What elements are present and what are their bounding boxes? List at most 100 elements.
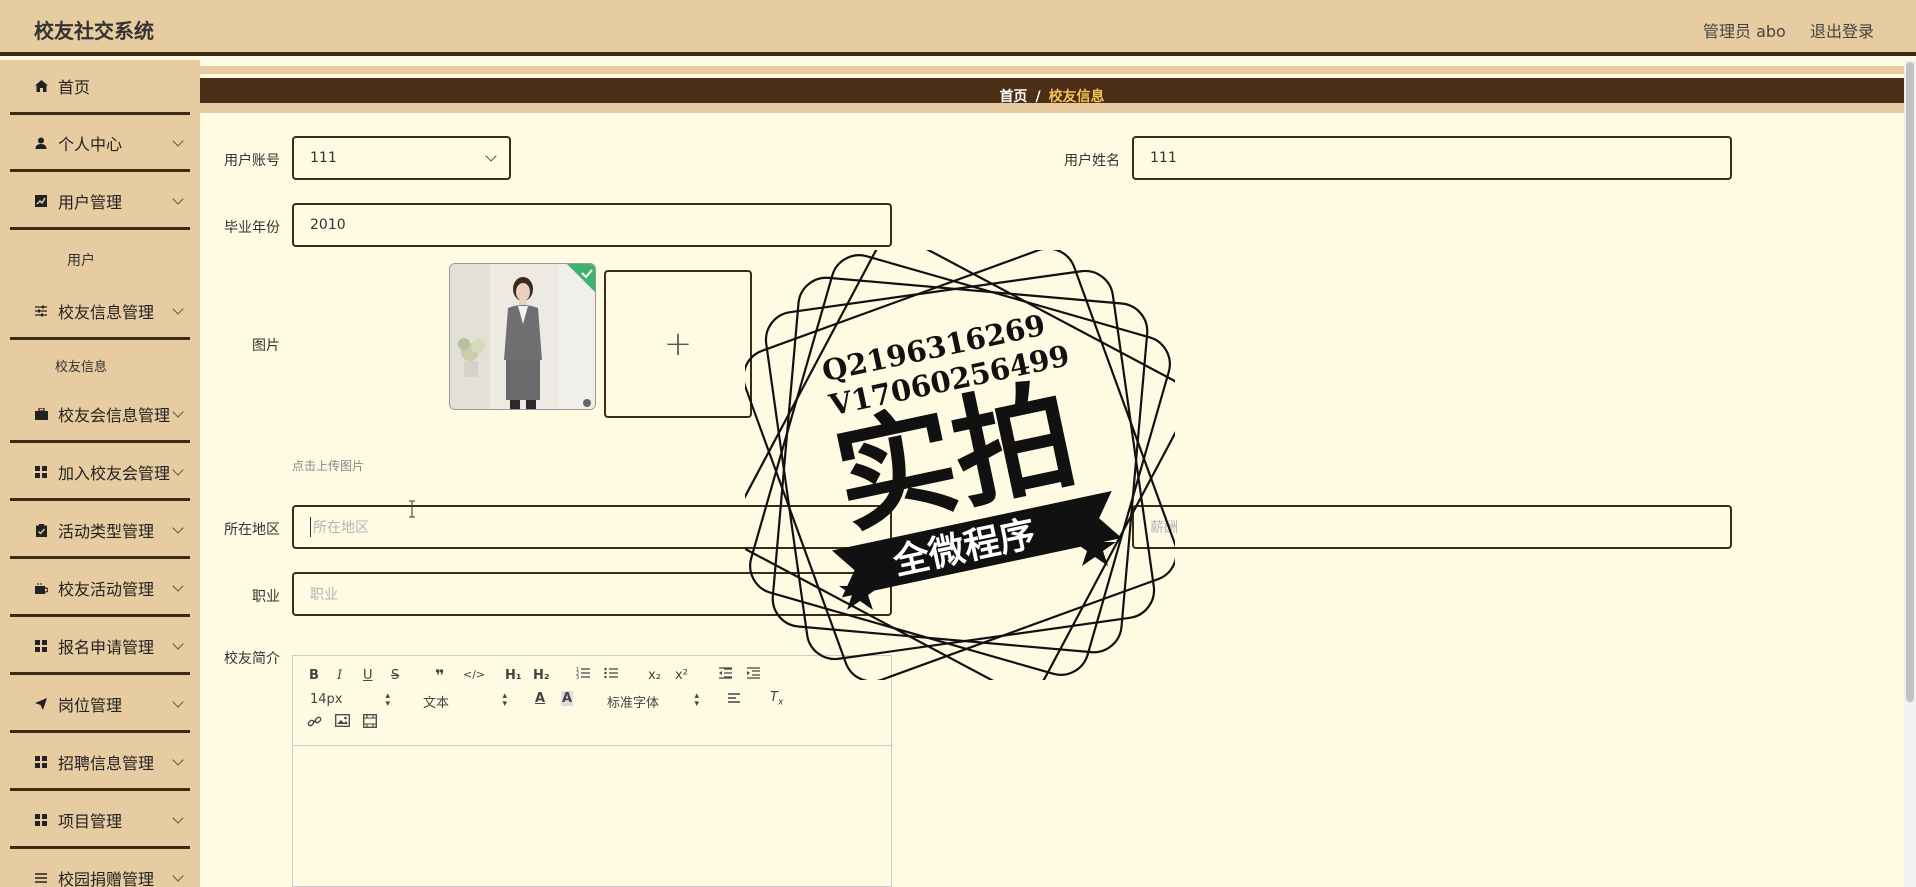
- outdent-icon[interactable]: [718, 666, 732, 684]
- chevron-down-icon: [172, 638, 184, 650]
- chevron-down-icon: [172, 135, 184, 147]
- salary-field[interactable]: 薪酬: [1132, 505, 1732, 549]
- font-size-value: 14px: [310, 692, 343, 707]
- job-label: 职业: [252, 589, 280, 605]
- image-label: 图片: [252, 338, 280, 354]
- font-family-value: 标准字体: [607, 696, 660, 711]
- sidebar-item-label: 报名申请管理: [58, 638, 155, 657]
- uploaded-photo[interactable]: [449, 263, 596, 410]
- name-field-value: 111: [1150, 150, 1177, 166]
- sidebar-item-label: 招聘信息管理: [58, 754, 155, 773]
- home-icon: [34, 79, 48, 93]
- coffee-icon: [34, 581, 48, 595]
- chevron-down-icon: [172, 406, 184, 418]
- intro-rich-text-editor[interactable]: B I U S ❞ </> H₁ H₂ 123 x₂ x² 14px ▴ ▾ 文本…: [292, 655, 893, 887]
- sidebar-subitem-user[interactable]: 用户: [67, 250, 95, 270]
- font-size-select[interactable]: 14px ▴ ▾: [310, 691, 390, 709]
- sidebar-item-donation-management[interactable]: 校园捐赠管理: [10, 852, 190, 887]
- account-select-value: 111: [310, 150, 337, 166]
- sidebar-item-home[interactable]: 首页: [10, 60, 190, 115]
- sidebar-item-personal-center[interactable]: 个人中心: [10, 117, 190, 172]
- grad-year-value: 2010: [310, 217, 346, 233]
- sidebar-item-label: 活动类型管理: [58, 522, 155, 541]
- header-select[interactable]: 文本 ▴ ▾: [423, 692, 507, 712]
- sidebar-item-project-management[interactable]: 项目管理: [10, 794, 190, 849]
- sidebar-item-alumni-activity-management[interactable]: 校友活动管理: [10, 562, 190, 617]
- grid-icon: [34, 813, 48, 827]
- sidebar-subitem-alumni-info[interactable]: 校友信息: [55, 356, 107, 375]
- sliders-icon: [34, 304, 48, 318]
- sidebar-item-activity-type-management[interactable]: 活动类型管理: [10, 504, 190, 559]
- page-scrollbar[interactable]: [1904, 60, 1916, 887]
- logout-link[interactable]: 退出登录: [1810, 18, 1874, 42]
- sidebar-item-label: 加入校友会管理: [58, 464, 171, 483]
- i-beam-cursor: [408, 500, 415, 518]
- chevron-down-icon: [172, 303, 184, 315]
- sidebar-item-label: 首页: [58, 78, 91, 97]
- italic-icon[interactable]: I: [337, 668, 342, 683]
- heading1-icon[interactable]: H₁: [505, 668, 522, 683]
- image-icon[interactable]: [335, 714, 350, 731]
- sidebar-item-alumni-info-management[interactable]: 校友信息管理: [10, 285, 190, 340]
- upload-image-button[interactable]: +: [604, 270, 752, 418]
- sidebar-item-label: 校友会信息管理: [58, 406, 171, 425]
- font-color-icon[interactable]: A: [535, 691, 545, 706]
- upload-tip: 点击上传图片: [292, 459, 365, 473]
- watermark-stamp: Q2196316269 V17060256499 实拍 全微程序: [745, 250, 1175, 680]
- sidebar-item-alumni-association-management[interactable]: 校友会信息管理: [10, 388, 190, 443]
- breadcrumb: 首页 / 校友信息: [200, 78, 1904, 113]
- send-icon: [34, 697, 48, 711]
- plus-icon: +: [663, 324, 693, 364]
- breadcrumb-separator: /: [1035, 89, 1041, 105]
- name-label: 用户姓名: [1064, 153, 1120, 169]
- account-label: 用户账号: [224, 153, 280, 169]
- chevron-down-icon: [172, 464, 184, 476]
- code-block-icon[interactable]: </>: [463, 668, 485, 681]
- sidebar: 首页 个人中心 用户管理 用户 校友信息管理 校友信息 校友会信息管理 加入校友…: [0, 60, 200, 887]
- bold-icon[interactable]: B: [309, 668, 319, 683]
- sidebar-item-user-management[interactable]: 用户管理: [10, 175, 190, 230]
- clear-format-icon[interactable]: Tx: [770, 690, 783, 708]
- superscript-icon[interactable]: x²: [675, 668, 688, 683]
- up-down-icon: ▴ ▾: [385, 691, 390, 709]
- sidebar-item-recruitment-management[interactable]: 招聘信息管理: [10, 736, 190, 791]
- up-down-icon: ▴ ▾: [694, 691, 699, 709]
- user-icon: [34, 136, 48, 150]
- blockquote-icon[interactable]: ❞: [435, 666, 444, 685]
- link-icon[interactable]: [307, 714, 322, 733]
- chart-icon: [34, 194, 48, 208]
- sidebar-item-registration-management[interactable]: 报名申请管理: [10, 620, 190, 675]
- chevron-down-icon: [485, 150, 497, 162]
- top-strip: [200, 66, 1904, 74]
- clipboard-icon: [34, 523, 48, 537]
- font-family-select[interactable]: 标准字体 ▴ ▾: [607, 691, 699, 712]
- region-placeholder: 所在地区: [310, 517, 369, 537]
- header-select-value: 文本: [423, 696, 450, 711]
- app-title: 校友社交系统: [34, 19, 154, 43]
- intro-label: 校友简介: [224, 651, 280, 667]
- ordered-list-icon[interactable]: 123: [576, 666, 590, 684]
- grad-year-field[interactable]: 2010: [292, 203, 892, 247]
- job-placeholder: 职业: [310, 587, 338, 603]
- video-icon[interactable]: [363, 714, 377, 732]
- heading2-icon[interactable]: H₂: [533, 668, 550, 683]
- grad-year-label: 毕业年份: [224, 220, 280, 236]
- sidebar-item-join-association-management[interactable]: 加入校友会管理: [10, 446, 190, 501]
- underline-icon[interactable]: U: [363, 668, 373, 683]
- bullet-list-icon[interactable]: [604, 666, 618, 684]
- background-color-icon[interactable]: A: [561, 691, 574, 706]
- sidebar-item-label: 校友信息管理: [58, 303, 155, 322]
- sidebar-item-position-management[interactable]: 岗位管理: [10, 678, 190, 733]
- list-icon: [34, 871, 48, 885]
- sidebar-item-label: 校园捐赠管理: [58, 870, 155, 887]
- breadcrumb-home[interactable]: 首页: [999, 89, 1027, 105]
- name-field[interactable]: 111: [1132, 136, 1732, 180]
- admin-user-label[interactable]: 管理员 abo: [1703, 18, 1786, 42]
- strikethrough-icon[interactable]: S: [391, 668, 399, 683]
- align-icon[interactable]: [727, 691, 741, 709]
- account-select[interactable]: 111: [292, 136, 511, 180]
- svg-text:3: 3: [576, 675, 579, 680]
- subscript-icon[interactable]: x₂: [648, 668, 661, 683]
- scrollbar-thumb[interactable]: [1906, 62, 1914, 702]
- chevron-down-icon: [172, 193, 184, 205]
